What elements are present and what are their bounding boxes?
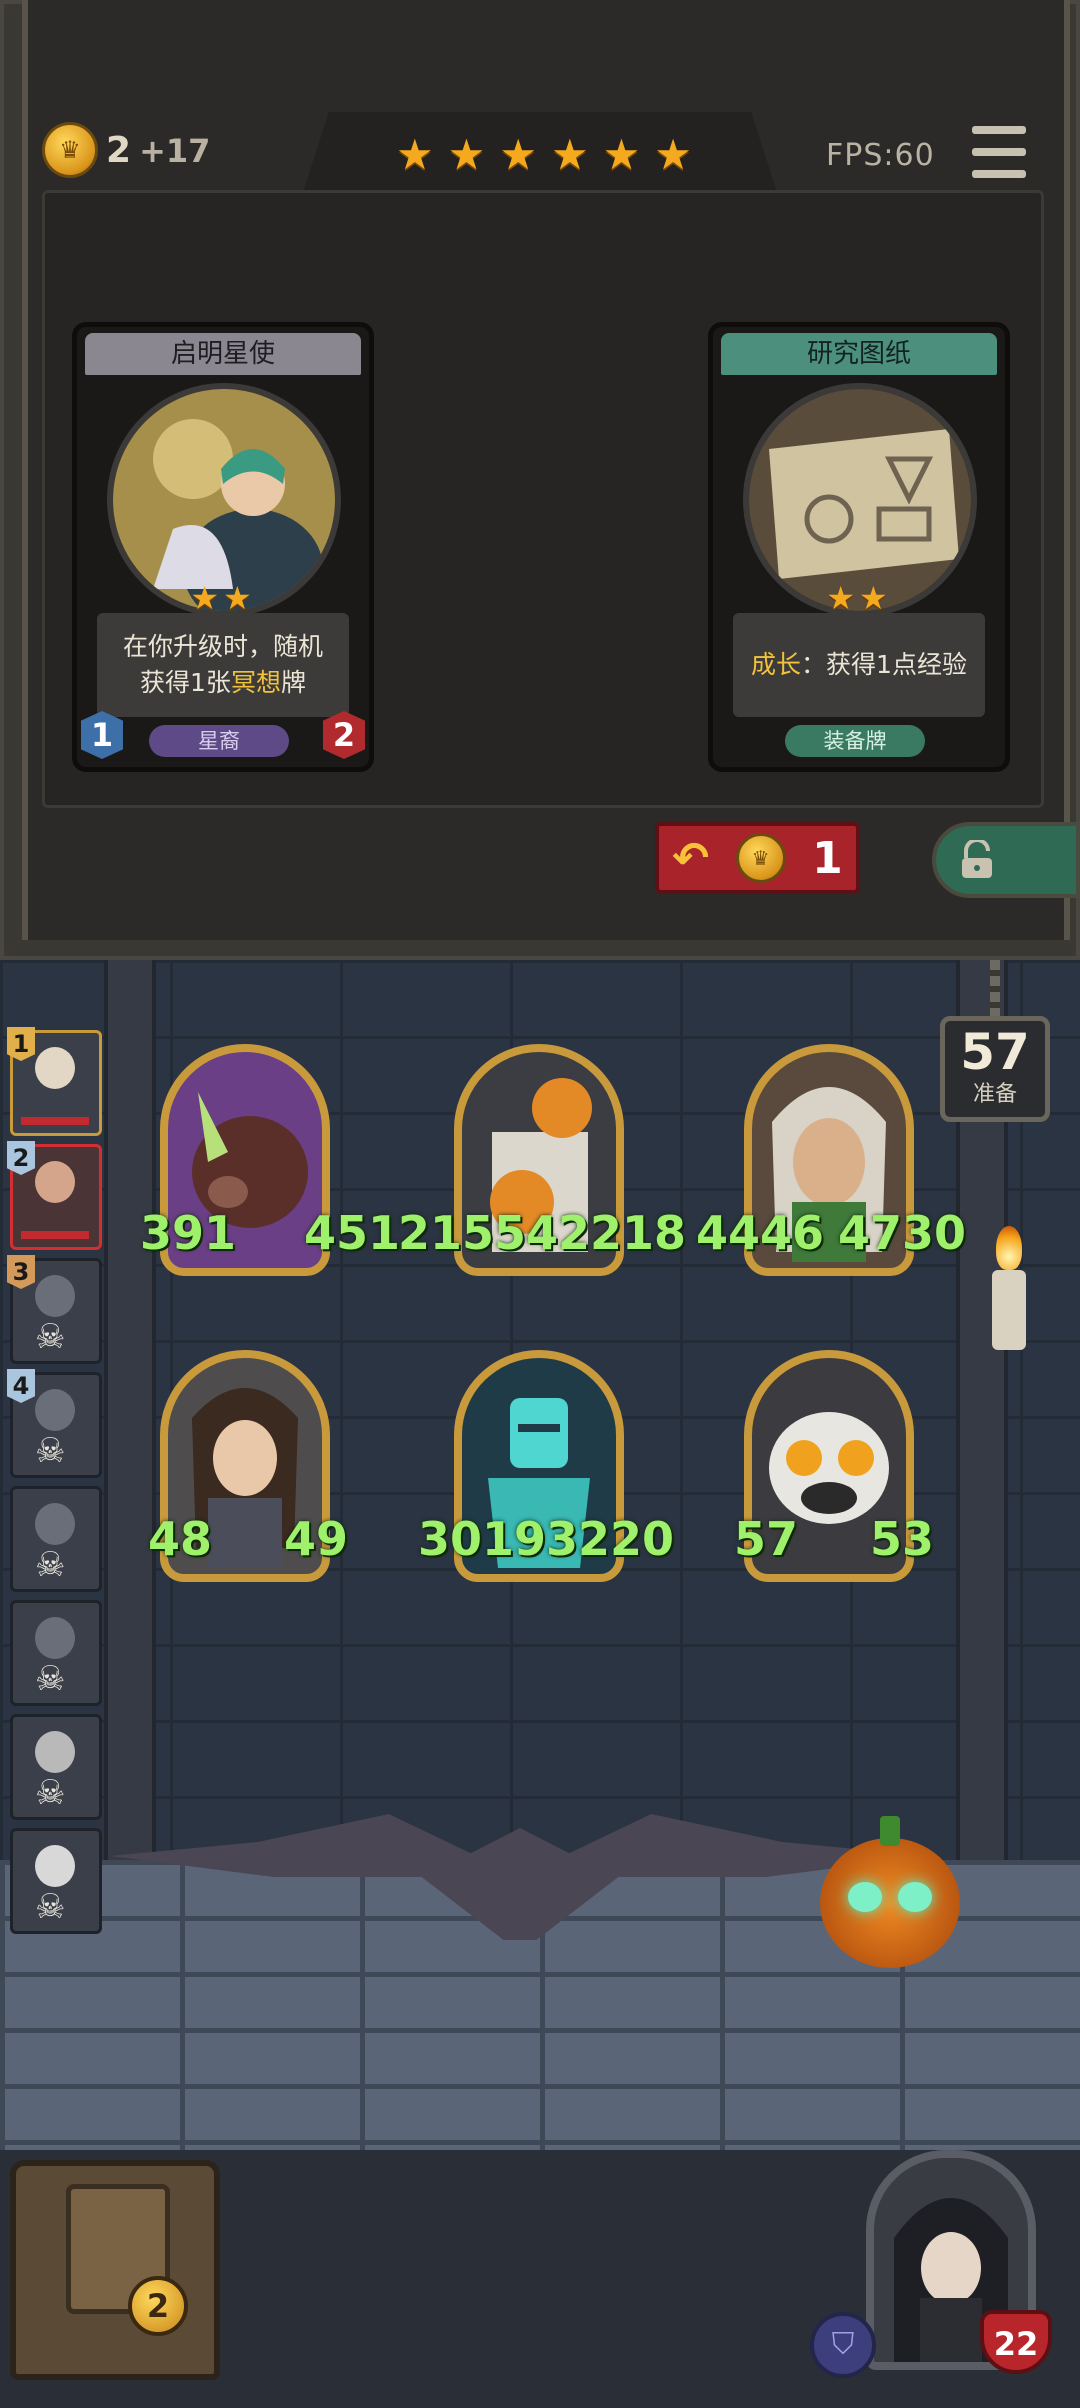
shop-card-equipment[interactable]: 研究图纸 ★★ 成长：获得1点经验 装备牌 — [708, 322, 1010, 772]
unit-attack: 57 — [734, 1512, 799, 1566]
tavern-stars: ★ ★ ★ ★ ★ ★ — [396, 134, 692, 176]
gold-income: +17 — [139, 131, 211, 170]
card-stars: ★★ — [826, 579, 892, 617]
star-icon: ★ — [550, 130, 589, 179]
refresh-button[interactable]: ↶ ♛ 1 — [655, 822, 860, 894]
lineup-slot[interactable]: 2 — [7, 1141, 102, 1250]
avatar — [35, 1845, 75, 1887]
ready-counter: 57 准备 — [940, 1016, 1050, 1122]
avatar — [35, 1389, 75, 1431]
unit-attack: 3019 — [418, 1512, 547, 1566]
unit-attack: 391 — [140, 1206, 237, 1260]
chain — [990, 960, 1000, 1016]
star-icon: ★ — [396, 130, 434, 179]
card-tribe-tag: 星裔 — [149, 725, 289, 757]
menu-icon — [972, 126, 1026, 134]
lineup-slot[interactable]: ☠ 3 — [7, 1255, 102, 1364]
avatar — [35, 1161, 75, 1203]
candle — [992, 1270, 1026, 1350]
avatar — [35, 1731, 75, 1773]
card-title: 研究图纸 — [721, 333, 997, 375]
unit-attack: 4446 — [696, 1206, 825, 1260]
armor-shield-icon: ⛉ — [810, 2312, 876, 2378]
lineup-slot[interactable]: ☠ — [10, 1486, 102, 1592]
avatar — [35, 1275, 75, 1317]
health-bar — [21, 1117, 89, 1125]
lineup-slot[interactable]: ☠ — [10, 1600, 102, 1706]
skull-icon: ☠ — [35, 1545, 66, 1585]
ready-count: 57 — [960, 1023, 1030, 1081]
chest-level: 2 — [128, 2276, 188, 2336]
slot-index: 2 — [7, 1141, 35, 1175]
crown-coin-icon: ♛ — [42, 122, 98, 178]
refresh-arrow-icon: ↶ — [672, 832, 710, 884]
lineup-slot[interactable]: ☠ — [10, 1828, 102, 1934]
avatar — [35, 1503, 75, 1545]
treasure-chest-button[interactable]: 2 — [10, 2160, 220, 2380]
unit-health: 49 — [283, 1512, 348, 1566]
menu-button[interactable] — [972, 126, 1026, 178]
crown-coin-icon: ♛ — [735, 833, 786, 883]
torch-flame-icon — [996, 1226, 1022, 1270]
unit-health: 3220 — [546, 1512, 675, 1566]
card-type-tag: 装备牌 — [785, 725, 925, 757]
unit-health: 451 — [303, 1206, 400, 1260]
unit-attack: 48 — [148, 1512, 213, 1566]
star-icon: ★ — [654, 130, 692, 179]
card-description: 在你升级时，随机 获得1张冥想牌 — [97, 613, 349, 717]
unit-attack: 2155 — [398, 1206, 527, 1260]
pumpkin-stem — [880, 1816, 900, 1846]
slot-index: 3 — [7, 1255, 35, 1289]
avatar — [35, 1617, 75, 1659]
card-title: 启明星使 — [85, 333, 361, 375]
skull-icon: ☠ — [35, 1887, 66, 1927]
card-health: 2 — [323, 711, 365, 759]
wall-pillar — [104, 960, 156, 1860]
slot-index: 4 — [7, 1369, 35, 1403]
health-bar — [21, 1231, 89, 1239]
skull-icon: ☠ — [35, 1431, 66, 1471]
lineup-slot[interactable]: ☠ — [10, 1714, 102, 1820]
pumpkin-pet[interactable] — [820, 1816, 960, 1968]
pumpkin-eye — [848, 1882, 882, 1912]
gold-display: ♛ 2 +17 — [42, 122, 210, 178]
card-attack: 1 — [81, 711, 123, 759]
lineup-slot[interactable]: ☠ 4 — [7, 1369, 102, 1478]
unit-health: 53 — [869, 1512, 934, 1566]
unit-health: 4730 — [837, 1206, 966, 1260]
star-icon: ★ — [499, 130, 537, 179]
skull-icon: ☠ — [35, 1773, 66, 1813]
star-icon: ★ — [447, 130, 486, 179]
slot-index: 1 — [7, 1027, 35, 1061]
pumpkin-eye — [898, 1882, 932, 1912]
lineup-slot[interactable]: 1 — [7, 1027, 102, 1136]
refresh-cost: 1 — [812, 832, 843, 884]
card-description: 成长：获得1点经验 — [733, 613, 985, 717]
shop-card-minion[interactable]: 启明星使 ★★ 在你升级时，随机 获得1张冥想牌 星裔 1 2 — [72, 322, 374, 772]
star-icon: ★ — [602, 130, 641, 179]
skull-icon: ☠ — [35, 1317, 66, 1357]
ready-label: 准备 — [972, 1082, 1017, 1107]
freeze-shop-button[interactable] — [932, 822, 1080, 898]
card-stars: ★★ — [190, 579, 256, 617]
avatar — [35, 1047, 75, 1089]
shop-panel: ♛ 2 +17 ★ ★ ★ ★ ★ ★ FPS:60 启明星使 ★★ 在你升级时… — [0, 0, 1080, 966]
fps-counter: FPS:60 — [826, 138, 935, 173]
unit-health: 42218 — [526, 1206, 687, 1260]
unlock-icon — [962, 840, 992, 878]
skull-icon: ☠ — [35, 1659, 66, 1699]
gold-amount: 2 — [106, 129, 132, 171]
